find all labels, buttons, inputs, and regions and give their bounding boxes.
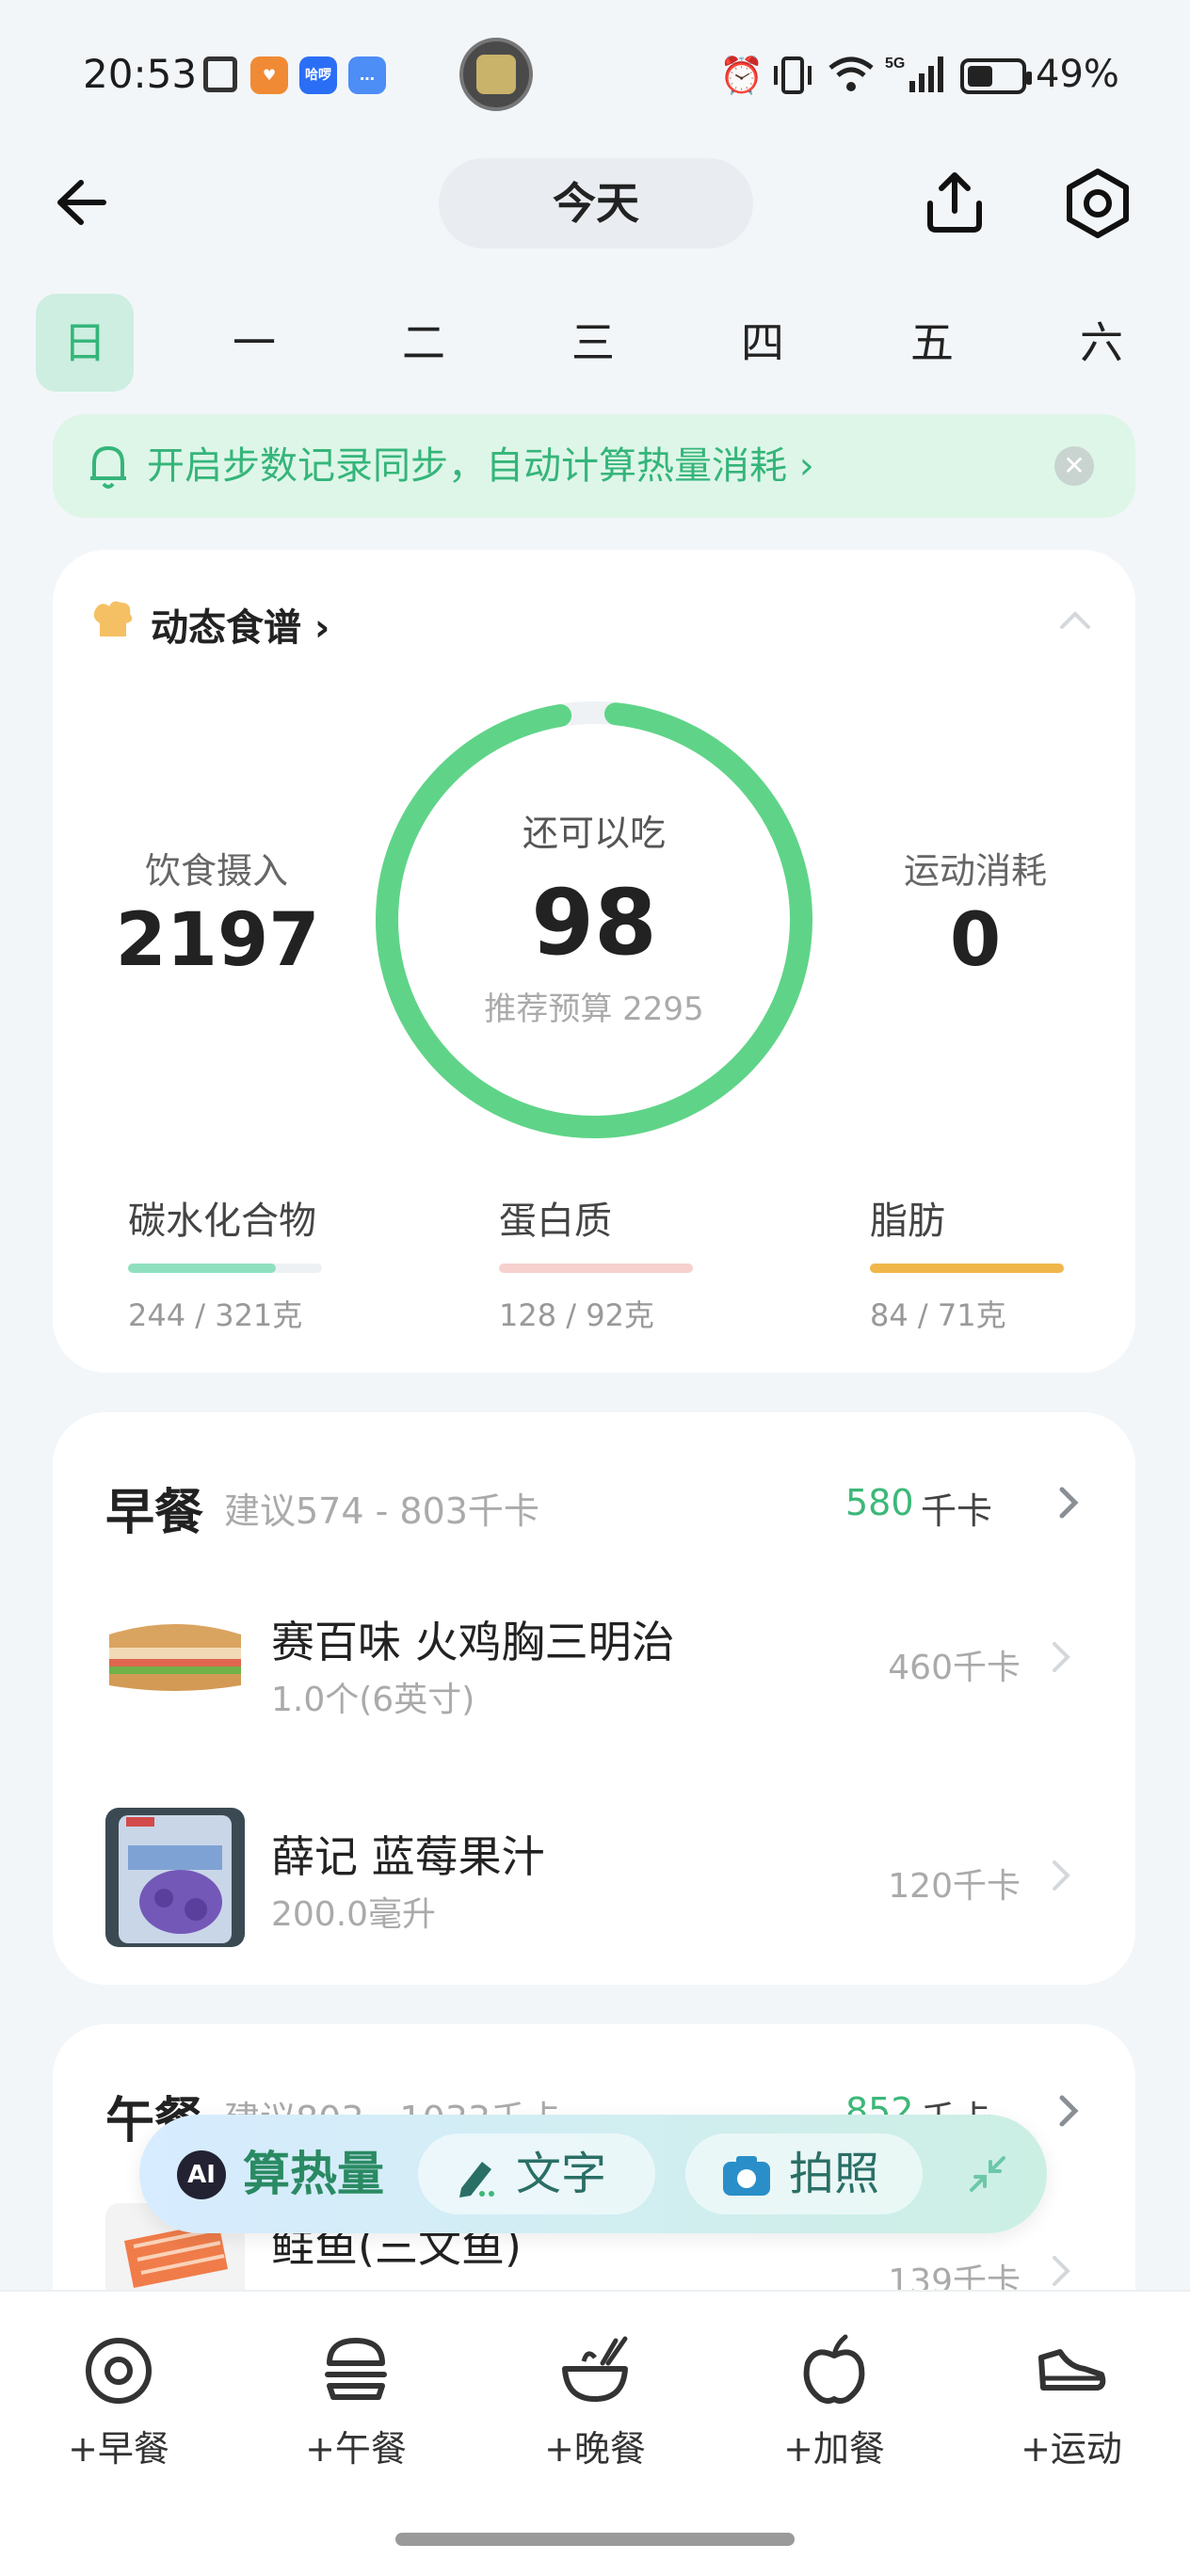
nav-label: +午餐 [305, 2428, 407, 2470]
close-icon[interactable]: ✕ [1054, 446, 1094, 486]
weekday-fri[interactable]: 五 [883, 294, 981, 392]
wifi-icon [828, 56, 874, 91]
calorie-summary-card: 动态食谱 › 饮食摄入 2197 还可以吃 98 推荐预算 2295 运动消耗 … [53, 550, 1135, 1373]
status-bar: 20:53 ♥ 哈啰 … ⏰ 5G 49% [0, 0, 1190, 141]
ai-badge-icon: AI [177, 2150, 226, 2199]
remaining-label: 还可以吃 [522, 813, 666, 854]
ai-text-button[interactable]: 文字 [418, 2133, 655, 2214]
meal-calories: 580 [845, 1482, 914, 1523]
weekday-wed[interactable]: 三 [544, 294, 642, 392]
food-calories: 460千卡 [888, 1649, 1021, 1687]
dynamic-recipe-link[interactable]: 动态食谱 › [151, 597, 330, 652]
macro-bar [499, 1264, 693, 1273]
juice-image [105, 1808, 245, 1947]
macro-name: 碳水化合物 [128, 1199, 316, 1243]
chevron-right-icon[interactable] [1054, 1484, 1083, 1521]
nav-label: +加餐 [783, 2428, 885, 2470]
macro-value: 128 / 92克 [499, 1297, 654, 1333]
chevron-right-icon[interactable] [1047, 2252, 1075, 2290]
intake-label: 饮食摄入 [144, 850, 288, 892]
food-name: 薛记 蓝莓果汁 [271, 1831, 545, 1882]
share-icon[interactable] [917, 166, 992, 241]
bowl-icon [562, 2336, 628, 2402]
nav-add-dinner[interactable]: +晚餐 [501, 2329, 689, 2471]
battery-icon [960, 58, 1032, 94]
weekday-tue[interactable]: 二 [375, 294, 473, 392]
message-app-icon: … [348, 56, 386, 94]
meal-suggestion: 建议574 - 803千卡 [224, 1490, 539, 1532]
macro-value: 244 / 321克 [128, 1297, 303, 1333]
minimize-icon[interactable] [966, 2152, 1009, 2196]
burger-icon [325, 2338, 387, 2400]
intake-value: 2197 [115, 898, 320, 983]
egg-icon [86, 2338, 152, 2404]
status-avatar [459, 38, 533, 111]
alarm-icon: ⏰ [719, 55, 764, 96]
sandwich-image [105, 1606, 245, 1704]
svg-text:5G: 5G [885, 56, 905, 72]
weekday-sat[interactable]: 六 [1053, 294, 1150, 392]
signal-icon: 5G [885, 56, 943, 92]
macro-protein: 蛋白质 128 / 92克 [499, 1190, 706, 1335]
macro-bar [128, 1264, 322, 1273]
burn-label: 运动消耗 [903, 850, 1047, 892]
back-arrow-icon[interactable] [47, 169, 113, 235]
pen-icon [459, 2162, 494, 2198]
ai-label: 算热量 [243, 2147, 384, 2201]
vibrate-icon [774, 56, 812, 94]
apple-icon [803, 2334, 865, 2404]
nav-add-exercise[interactable]: +运动 [977, 2329, 1166, 2471]
meal-calories-unit: 千卡 [921, 1490, 993, 1532]
settings-icon[interactable] [1060, 166, 1135, 241]
macro-name: 蛋白质 [499, 1199, 612, 1243]
food-quantity: 1.0个(6英寸) [271, 1681, 475, 1719]
macro-value: 84 / 71克 [870, 1297, 1006, 1333]
hellobike-app-icon: 哈啰 [299, 56, 337, 94]
macro-bar-fill [870, 1264, 1064, 1273]
macro-bar-fill [128, 1264, 276, 1273]
food-calories: 120千卡 [888, 1867, 1021, 1906]
ai-photo-button[interactable]: 拍照 [685, 2133, 923, 2214]
collapse-chevron-icon[interactable] [1056, 604, 1094, 633]
weekday-mon[interactable]: 一 [205, 294, 303, 392]
ai-calorie-bar: AI 算热量 文字 拍照 [139, 2115, 1047, 2233]
nav-add-breakfast[interactable]: +早餐 [24, 2329, 213, 2471]
remaining-value: 98 [531, 870, 657, 975]
burn-value: 0 [949, 898, 1002, 983]
ai-text-label: 文字 [516, 2148, 607, 2200]
macro-bar-fill [499, 1264, 693, 1273]
macro-name: 脂肪 [870, 1199, 945, 1243]
food-name: 赛百味 火鸡胸三明治 [271, 1617, 675, 1667]
budget-text: 推荐预算 2295 [484, 990, 704, 1028]
chevron-right-icon[interactable] [1054, 2092, 1083, 2130]
favorite-app-icon: ♥ [250, 56, 288, 94]
meal-title[interactable]: 早餐 [105, 1473, 203, 1543]
macro-carbs: 碳水化合物 244 / 321克 [128, 1190, 335, 1335]
step-sync-banner[interactable]: 开启步数记录同步，自动计算热量消耗 › ✕ [53, 414, 1135, 518]
banner-text: 开启步数记录同步，自动计算热量消耗 › [147, 444, 814, 488]
sneaker-icon [1038, 2349, 1106, 2391]
battery-percent: 49% [1036, 53, 1119, 96]
breakfast-card: 早餐 建议574 - 803千卡 580 千卡 赛百味 火鸡胸三明治 1.0个(… [53, 1412, 1135, 1985]
food-quantity: 200.0毫升 [271, 1895, 437, 1934]
ai-photo-label: 拍照 [789, 2148, 880, 2200]
nav-label: +晚餐 [544, 2428, 646, 2470]
chevron-right-icon[interactable] [1047, 1857, 1075, 1894]
macro-bar [870, 1264, 1064, 1273]
weekday-sun[interactable]: 日 [36, 294, 134, 392]
macro-fat: 脂肪 84 / 71克 [870, 1190, 1077, 1335]
nfc-icon [203, 56, 237, 92]
camera-icon [723, 2156, 770, 2196]
nav-add-lunch[interactable]: +午餐 [262, 2329, 450, 2471]
nav-label: +早餐 [68, 2428, 169, 2470]
nav-label: +运动 [1021, 2428, 1122, 2470]
bell-icon [90, 446, 126, 489]
nav-add-snack[interactable]: +加餐 [740, 2329, 928, 2471]
chef-hat-icon [93, 601, 133, 636]
status-time: 20:53 [83, 51, 198, 97]
home-indicator[interactable] [395, 2533, 795, 2546]
chevron-right-icon[interactable] [1047, 1638, 1075, 1676]
weekday-thu[interactable]: 四 [714, 294, 812, 392]
date-title[interactable]: 今天 [439, 158, 753, 249]
